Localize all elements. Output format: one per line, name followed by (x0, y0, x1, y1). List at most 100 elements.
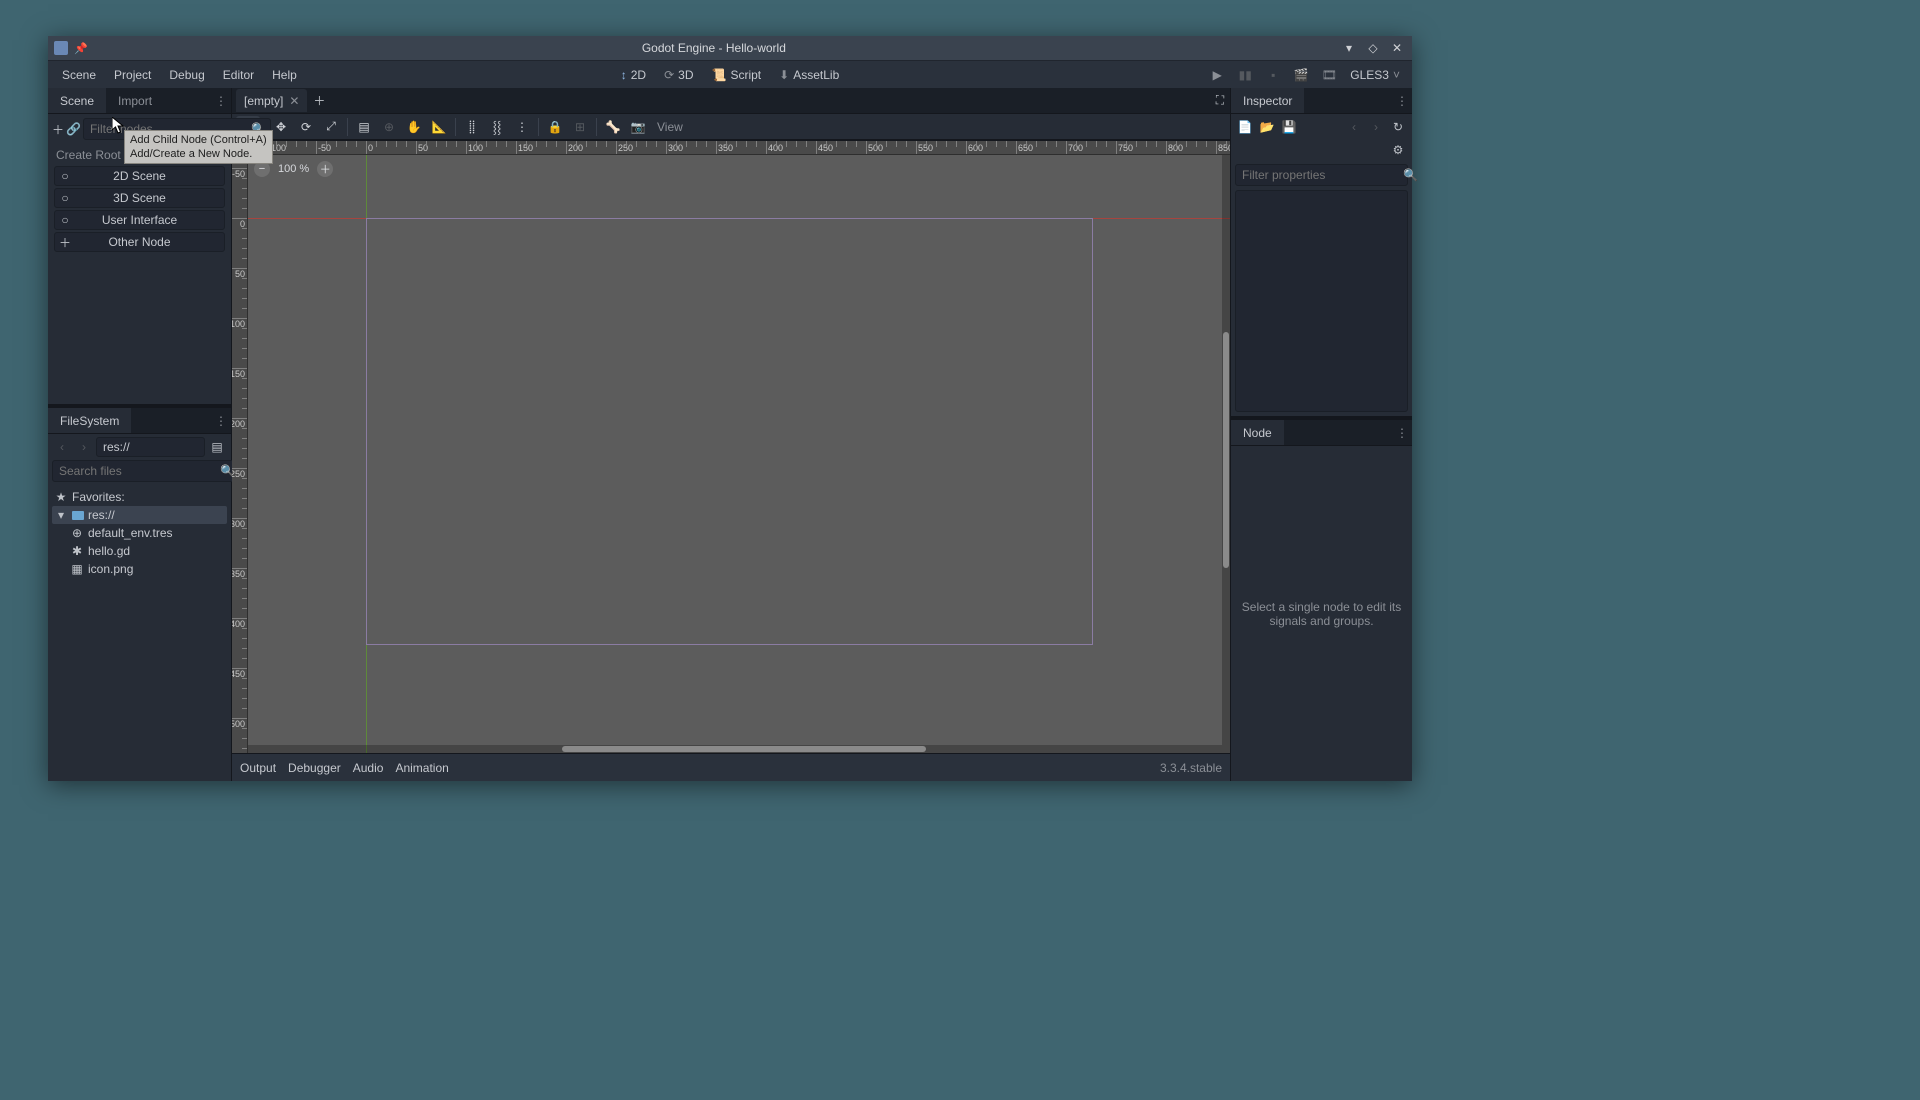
radio-icon: ○ (55, 213, 75, 227)
tab-node[interactable]: Node (1231, 420, 1284, 445)
snap-toggle[interactable]: ⸽⸽ (460, 116, 484, 138)
zoom-in-button[interactable]: ＋ (317, 161, 333, 177)
menu-debug[interactable]: Debug (161, 64, 212, 86)
play-scene-button[interactable]: 🎬 (1288, 63, 1314, 87)
history-back-button[interactable]: ‹ (1344, 117, 1364, 137)
canvas-viewport[interactable]: -100-50050100150200250300350400450500550… (232, 140, 1230, 753)
fs-view-toggle[interactable]: ▤ (207, 437, 227, 457)
zoom-value[interactable]: 100 % (278, 163, 309, 175)
search-icon: 🔍 (1403, 168, 1418, 182)
bottom-tab-animation[interactable]: Animation (395, 761, 448, 775)
bottom-tab-audio[interactable]: Audio (353, 761, 384, 775)
menu-editor[interactable]: Editor (215, 64, 262, 86)
rotate-tool[interactable]: ⟳ (294, 116, 318, 138)
close-icon[interactable]: ✕ (289, 94, 299, 108)
ruler-vertical: -50050100150200250300350400450500550600 (232, 155, 248, 753)
load-resource-button[interactable]: 📂 (1257, 117, 1277, 137)
workspace-assetlib[interactable]: ⬇ AssetLib (771, 64, 847, 86)
play-button[interactable]: ▶ (1204, 63, 1230, 87)
pin-icon[interactable]: 📌 (74, 42, 88, 55)
override-camera[interactable]: 📷 (626, 116, 650, 138)
list-select-tool[interactable]: ▤ (352, 116, 376, 138)
dock-options-icon[interactable]: ⋮ (211, 414, 231, 428)
workspace-3d[interactable]: ⟳ 3D (656, 64, 701, 86)
filesystem-panel: ‹ › res:// ▤ 🔍 ★Favorites: ▾res:// ⊕defa… (48, 434, 231, 781)
workspace-2d[interactable]: ↕ 2D (613, 64, 654, 86)
minimize-button[interactable]: ▾ (1340, 39, 1358, 57)
tab-inspector[interactable]: Inspector (1231, 88, 1304, 113)
tab-import[interactable]: Import (106, 88, 164, 113)
menubar: Scene Project Debug Editor Help ↕ 2D ⟳ 3… (48, 60, 1412, 88)
image-icon: ▦ (70, 562, 84, 576)
scene-tabs: [empty] ✕ ＋ ⛶ (232, 88, 1230, 114)
distraction-free-button[interactable]: ⛶ (1210, 91, 1230, 111)
fs-file-hello-gd[interactable]: ✱hello.gd (52, 542, 227, 560)
dock-options-icon[interactable]: ⋮ (211, 94, 231, 108)
create-resource-button[interactable]: 📄 (1235, 117, 1255, 137)
pivot-tool[interactable]: ⊕ (377, 116, 401, 138)
inspector-filter-input[interactable]: 🔍 (1235, 164, 1408, 186)
folder-icon (72, 511, 84, 520)
script-icon: ✱ (70, 544, 84, 558)
dock-options-icon[interactable]: ⋮ (1392, 94, 1412, 108)
pause-button[interactable]: ▮▮ (1232, 63, 1258, 87)
fs-fwd-button[interactable]: › (74, 437, 94, 457)
menu-scene[interactable]: Scene (54, 64, 104, 86)
root-option-3d-scene[interactable]: ○3D Scene (54, 188, 225, 208)
maximize-button[interactable]: ◇ (1364, 39, 1382, 57)
node-panel: Select a single node to edit its signals… (1231, 446, 1412, 781)
center-area: [empty] ✕ ＋ ⛶ ✥ ⟳ ⤢ ▤ ⊕ ✋ 📐 ⸽⸽ ⸾ (232, 88, 1230, 781)
root-option-2d-scene[interactable]: ○2D Scene (54, 166, 225, 186)
tab-filesystem[interactable]: FileSystem (48, 408, 131, 433)
scrollbar-horizontal[interactable] (248, 745, 1230, 753)
workspace-script[interactable]: 📜 Script (704, 64, 770, 86)
instance-scene-button[interactable]: 🔗 (66, 119, 81, 139)
skeleton-options[interactable]: 🦴 (601, 116, 625, 138)
scale-tool[interactable]: ⤢ (319, 116, 343, 138)
lock-button[interactable]: 🔒 (543, 116, 567, 138)
root-option-other-node[interactable]: ＋Other Node (54, 232, 225, 252)
history-button[interactable]: ↻ (1388, 117, 1408, 137)
fs-back-button[interactable]: ‹ (52, 437, 72, 457)
object-props-button[interactable]: ⚙ (1388, 140, 1408, 160)
canvas-toolbar: ✥ ⟳ ⤢ ▤ ⊕ ✋ 📐 ⸽⸽ ⸾⸾ ⋮ 🔒 ⊞ 🦴 📷 View (232, 114, 1230, 140)
bottom-tab-debugger[interactable]: Debugger (288, 761, 341, 775)
group-button[interactable]: ⊞ (568, 116, 592, 138)
play-custom-button[interactable]: 🎞 (1316, 63, 1342, 87)
inspector-filter-field[interactable] (1240, 167, 1399, 183)
snap-options[interactable]: ⋮ (510, 116, 534, 138)
fs-favorites[interactable]: ★Favorites: (52, 488, 227, 506)
ruler-tool[interactable]: 📐 (427, 116, 451, 138)
bottom-tab-output[interactable]: Output (240, 761, 276, 775)
menu-project[interactable]: Project (106, 64, 159, 86)
fs-tree[interactable]: ★Favorites: ▾res:// ⊕default_env.tres ✱h… (48, 486, 231, 781)
renderer-dropdown[interactable]: GLES3 ˅ (1344, 64, 1406, 86)
fs-search-input[interactable]: 🔍 (52, 460, 240, 482)
fs-file-default-env[interactable]: ⊕default_env.tres (52, 524, 227, 542)
view-menu[interactable]: View (651, 120, 689, 134)
fs-file-icon-png[interactable]: ▦icon.png (52, 560, 227, 578)
fs-search-field[interactable] (57, 463, 216, 479)
godot-logo-icon (54, 41, 68, 55)
right-dock: Inspector ⋮ 📄 📂 💾 ‹ › ↻ (1230, 88, 1412, 781)
scrollbar-vertical[interactable] (1222, 155, 1230, 745)
titlebar: 📌 Godot Engine - Hello-world ▾ ◇ ✕ (48, 36, 1412, 60)
save-resource-button[interactable]: 💾 (1279, 117, 1299, 137)
root-option-user-interface[interactable]: ○User Interface (54, 210, 225, 230)
history-fwd-button[interactable]: › (1366, 117, 1386, 137)
close-button[interactable]: ✕ (1388, 39, 1406, 57)
plus-icon: ＋ (55, 234, 75, 251)
fs-path-field[interactable]: res:// (96, 437, 205, 457)
pan-tool[interactable]: ✋ (402, 116, 426, 138)
playback-toolbar: ▶ ▮▮ ▪ 🎬 🎞 GLES3 ˅ (1204, 63, 1406, 87)
fs-root-folder[interactable]: ▾res:// (52, 506, 227, 524)
scene-tab-empty[interactable]: [empty] ✕ (236, 89, 307, 112)
smart-snap[interactable]: ⸾⸾ (485, 116, 509, 138)
menu-help[interactable]: Help (264, 64, 305, 86)
stop-button[interactable]: ▪ (1260, 63, 1286, 87)
dock-options-icon[interactable]: ⋮ (1392, 426, 1412, 440)
canvas-inner[interactable] (248, 155, 1230, 753)
add-node-button[interactable]: ＋ (52, 119, 64, 139)
tab-scene[interactable]: Scene (48, 88, 106, 113)
add-scene-tab-button[interactable]: ＋ (309, 91, 329, 111)
